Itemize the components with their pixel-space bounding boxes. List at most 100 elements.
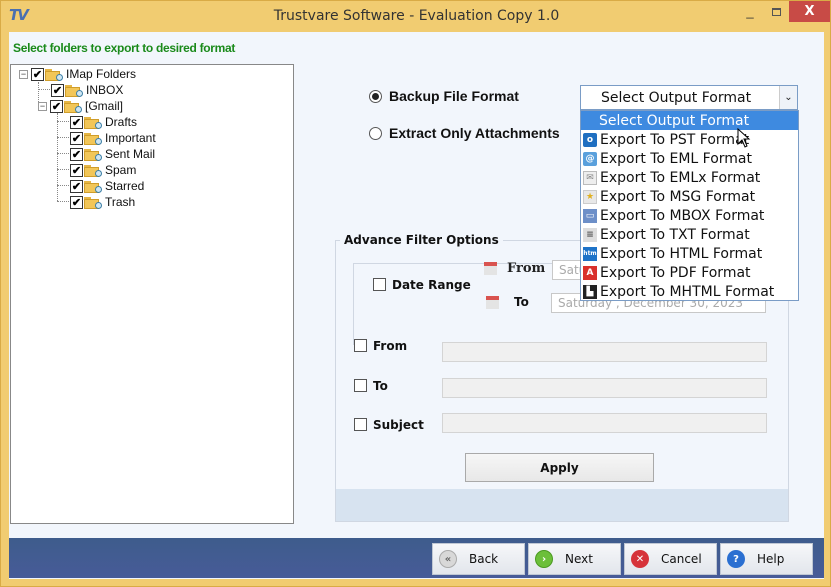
collapse-icon[interactable]: − (19, 69, 28, 79)
option-label: Export To TXT Format (600, 226, 750, 243)
subject-filter-input[interactable] (442, 413, 767, 433)
tree-node-imap-folders[interactable]: − ✔ IMap Folders (19, 66, 136, 82)
to-filter-input[interactable] (442, 378, 767, 398)
tree-node-label: INBOX (86, 83, 124, 97)
from-filter-checkbox[interactable] (354, 339, 367, 352)
format-option-mbox[interactable]: ▭ Export To MBOX Format (581, 206, 798, 225)
folder-search-icon (84, 132, 102, 145)
tree-node-gmail[interactable]: − ✔ [Gmail] (38, 98, 123, 114)
tree-node-important[interactable]: ✔ Important (70, 130, 156, 146)
folder-search-icon (84, 148, 102, 161)
tree-node-spam[interactable]: ✔ Spam (70, 162, 136, 178)
minimize-button[interactable]: _ (737, 1, 763, 22)
close-button[interactable]: X (789, 1, 830, 22)
title-bar: TV Trustvare Software - Evaluation Copy … (1, 1, 831, 32)
txt-icon: ≡ (583, 227, 597, 242)
from-date-label: From (507, 261, 546, 276)
cancel-label: Cancel (661, 552, 702, 566)
output-format-select[interactable]: Select Output Format ⌄ (580, 85, 798, 110)
html-icon: htm (583, 246, 597, 261)
advance-filter-title: Advance Filter Options (340, 233, 503, 247)
tree-node-label: Drafts (105, 115, 138, 129)
option-label: Export To MBOX Format (600, 207, 765, 224)
tree-node-drafts[interactable]: ✔ Drafts (70, 114, 137, 130)
folder-search-icon (64, 100, 82, 113)
next-label: Next (565, 552, 593, 566)
back-button[interactable]: « Back (432, 543, 525, 575)
format-option-eml[interactable]: @ Export To EML Format (581, 149, 798, 168)
option-label: Export To PST Format (600, 131, 750, 148)
apply-button[interactable]: Apply (465, 453, 654, 482)
option-label: Export To MHTML Format (600, 283, 775, 300)
maximize-button[interactable] (763, 1, 789, 22)
client-area: Select folders to export to desired form… (9, 32, 824, 579)
folder-search-icon (84, 116, 102, 129)
backup-file-format-radio[interactable]: Backup File Format (369, 88, 519, 104)
tree-node-label: Spam (105, 163, 137, 177)
folder-checkbox[interactable]: ✔ (70, 147, 83, 161)
folder-checkbox[interactable]: ✔ (51, 83, 64, 97)
folder-checkbox[interactable]: ✔ (70, 115, 83, 129)
minimize-icon: _ (746, 4, 754, 19)
window-title: Trustvare Software - Evaluation Copy 1.0 (273, 8, 560, 24)
format-option-html[interactable]: htm Export To HTML Format (581, 244, 798, 263)
to-filter-label: To (373, 379, 388, 393)
option-label: Export To EML Format (600, 150, 752, 167)
help-button[interactable]: ? Help (720, 543, 813, 575)
tree-node-label: Starred (105, 179, 145, 193)
to-filter-checkbox[interactable] (354, 379, 367, 392)
folder-search-icon (84, 196, 102, 209)
cancel-button[interactable]: ✕ Cancel (624, 543, 717, 575)
output-format-dropdown[interactable]: Select Output Format o Export To PST Form… (580, 110, 799, 301)
tree-node-label: Trash (105, 195, 136, 209)
filter-status-band (336, 489, 788, 521)
tree-node-trash[interactable]: ✔ Trash (70, 194, 135, 210)
format-option-emlx[interactable]: ✉ Export To EMLx Format (581, 168, 798, 187)
option-label: Select Output Format (599, 112, 750, 129)
next-icon: › (535, 550, 553, 568)
tree-node-label: IMap Folders (66, 67, 137, 81)
tree-node-label: Sent Mail (105, 147, 156, 161)
instruction-text: Select folders to export to desired form… (13, 41, 236, 55)
radio-button[interactable] (369, 126, 382, 140)
format-option-pdf[interactable]: A Export To PDF Format (581, 263, 798, 282)
folder-checkbox[interactable]: ✔ (70, 179, 83, 193)
tree-node-sent-mail[interactable]: ✔ Sent Mail (70, 146, 155, 162)
extract-attachments-radio[interactable]: Extract Only Attachments (369, 125, 560, 141)
folder-tree[interactable]: − ✔ IMap Folders ✔ INBOX − ✔ [Gmail] ✔ D… (10, 64, 294, 524)
folder-checkbox[interactable]: ✔ (70, 131, 83, 145)
tree-node-label: [Gmail] (85, 99, 124, 113)
folder-checkbox[interactable]: ✔ (31, 67, 44, 81)
format-option-msg[interactable]: ★ Export To MSG Format (581, 187, 798, 206)
tree-node-inbox[interactable]: ✔ INBOX (51, 82, 123, 98)
format-option-pst[interactable]: o Export To PST Format (581, 130, 798, 149)
format-option-mhtml[interactable]: ▙ Export To MHTML Format (581, 282, 798, 301)
from-filter-input[interactable] (442, 342, 767, 362)
subject-filter-checkbox[interactable] (354, 418, 367, 431)
selected-format: Select Output Format (601, 90, 752, 106)
radio-button[interactable] (369, 89, 382, 103)
folder-checkbox[interactable]: ✔ (50, 99, 63, 113)
eml-icon: @ (583, 151, 597, 166)
calendar-icon (484, 262, 497, 275)
date-range-checkbox[interactable] (373, 278, 386, 291)
help-icon: ? (727, 550, 745, 568)
option-label: Export To MSG Format (600, 188, 756, 205)
folder-search-icon (84, 164, 102, 177)
next-button[interactable]: › Next (528, 543, 621, 575)
folder-checkbox[interactable]: ✔ (70, 195, 83, 209)
folder-checkbox[interactable]: ✔ (70, 163, 83, 177)
tree-node-starred[interactable]: ✔ Starred (70, 178, 144, 194)
chevron-down-icon[interactable]: ⌄ (779, 86, 797, 109)
collapse-icon[interactable]: − (38, 101, 47, 111)
help-label: Help (757, 552, 785, 566)
option-label: Export To PDF Format (600, 264, 751, 281)
envelope-icon: ✉ (583, 170, 597, 185)
msg-icon: ★ (583, 189, 597, 204)
format-option-select[interactable]: Select Output Format (581, 111, 798, 130)
to-date-label: To (514, 295, 529, 309)
radio-label: Extract Only Attachments (389, 125, 560, 141)
from-filter-label: From (373, 339, 408, 353)
format-option-txt[interactable]: ≡ Export To TXT Format (581, 225, 798, 244)
pdf-icon: A (583, 265, 597, 280)
